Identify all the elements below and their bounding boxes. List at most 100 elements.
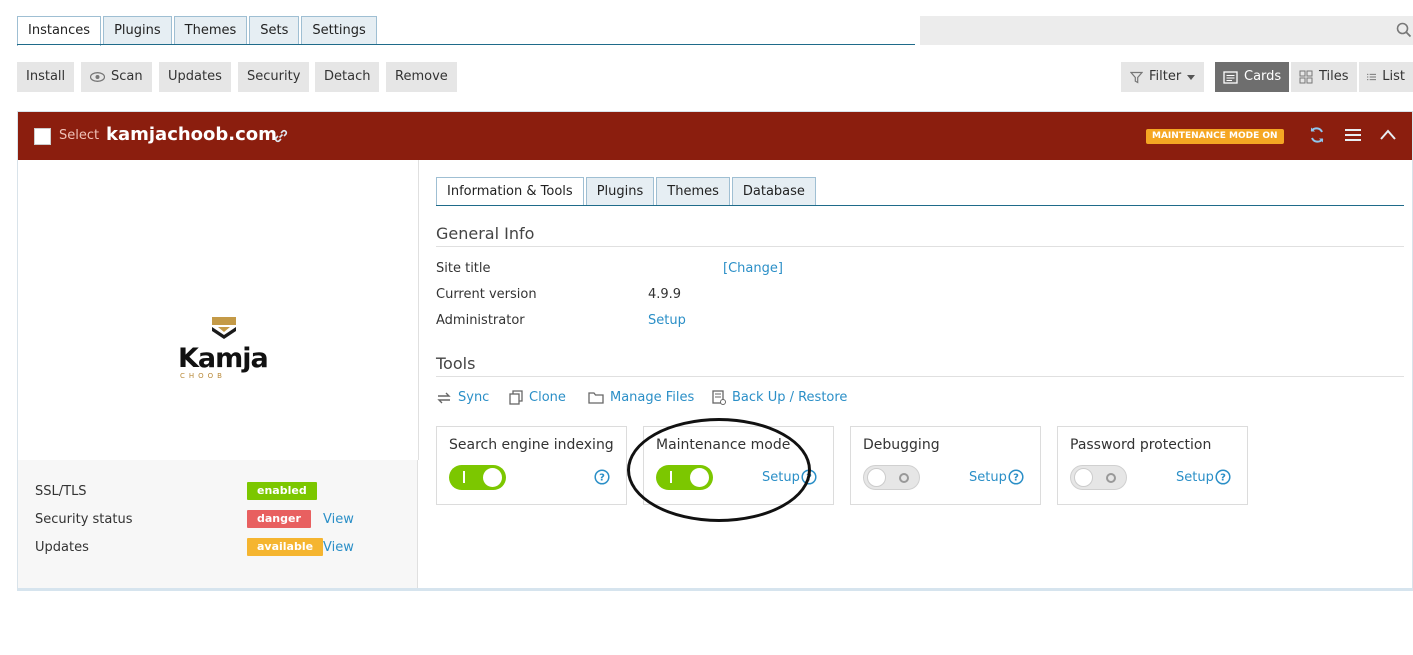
scan-button[interactable]: Scan: [81, 62, 152, 92]
site-name[interactable]: kamjachoob.com: [106, 124, 277, 145]
sync-link[interactable]: Sync: [436, 390, 489, 405]
instance-tabs: Information & Tools Plugins Themes Datab…: [436, 177, 818, 206]
status-panel: SSL/TLS enabled Security status danger V…: [18, 460, 418, 588]
change-link-text: [Change]: [723, 261, 783, 276]
help-icon[interactable]: ?: [594, 469, 610, 485]
tab-instances[interactable]: Instances: [17, 16, 102, 46]
version-label: Current version: [436, 287, 537, 302]
tab-instance-plugins[interactable]: Plugins: [585, 177, 655, 206]
toggle-knob: [483, 468, 502, 487]
debugging-toggle[interactable]: [863, 465, 920, 490]
backup-icon: [712, 390, 726, 405]
tab-plugins[interactable]: Plugins: [103, 16, 172, 45]
select-label: Select: [59, 128, 100, 143]
password-protection-toggle[interactable]: [1070, 465, 1127, 490]
svg-text:?: ?: [599, 473, 605, 484]
search-input[interactable]: [920, 16, 1413, 45]
tab-database[interactable]: Database: [731, 177, 816, 206]
ssl-label: SSL/TLS: [35, 484, 87, 499]
detach-label: Detach: [324, 69, 371, 84]
updates-view-link[interactable]: View: [323, 540, 354, 555]
scan-label: Scan: [111, 69, 143, 84]
filter-button[interactable]: Filter: [1121, 62, 1205, 92]
card-header: Select kamjachoob.com MAINTENANCE MODE O…: [18, 112, 1412, 160]
select-checkbox[interactable]: [34, 128, 51, 145]
install-label: Install: [26, 69, 66, 84]
password-setup-link[interactable]: Setup: [1176, 470, 1214, 485]
search-indexing-toggle[interactable]: [449, 465, 506, 490]
tab-instance-themes[interactable]: Themes: [656, 177, 730, 206]
debugging-setup-link[interactable]: Setup: [969, 470, 1007, 485]
menu-icon[interactable]: [1345, 128, 1361, 142]
clone-label: Clone: [529, 390, 566, 405]
search-indexing-title: Search engine indexing: [449, 437, 614, 453]
password-protection-box: Password protection Setup ?: [1057, 426, 1248, 505]
tabs-underline: [17, 44, 915, 45]
toggle-knob: [1074, 468, 1093, 487]
maintenance-setup-link[interactable]: Setup: [762, 470, 800, 485]
instance-card: Select kamjachoob.com MAINTENANCE MODE O…: [17, 111, 1413, 591]
maintenance-mode-toggle[interactable]: [656, 465, 713, 490]
site-logo: Kamja CHOOB: [178, 317, 269, 397]
manage-files-link[interactable]: Manage Files: [588, 390, 694, 405]
updates-label: Updates: [168, 69, 222, 84]
ssl-badge: enabled: [247, 482, 317, 500]
logo-subtext: CHOOB: [180, 372, 226, 380]
maintenance-mode-title: Maintenance mode: [656, 437, 791, 453]
administrator-setup-link[interactable]: Setup: [648, 313, 686, 328]
list-icon: [1367, 73, 1377, 81]
tab-themes[interactable]: Themes: [173, 16, 248, 45]
tab-information-tools[interactable]: Information & Tools: [436, 177, 584, 206]
security-button[interactable]: Security: [238, 62, 310, 92]
logo-mark-icon: [212, 317, 236, 339]
remove-label: Remove: [395, 69, 448, 84]
tiles-icon: [1299, 70, 1313, 84]
toggle-knob: [690, 468, 709, 487]
search-icon[interactable]: [1396, 22, 1412, 38]
general-info-divider: [436, 246, 1404, 247]
filter-icon: [1130, 71, 1143, 84]
search-indexing-box: Search engine indexing ?: [436, 426, 627, 505]
view-cards-button[interactable]: Cards: [1215, 62, 1290, 92]
security-view-link[interactable]: View: [323, 512, 354, 527]
refresh-icon[interactable]: [1308, 126, 1326, 144]
help-icon[interactable]: ?: [801, 469, 817, 485]
version-value: 4.9.9: [648, 287, 682, 302]
view-list-button[interactable]: List: [1359, 62, 1413, 92]
view-tiles-button[interactable]: Tiles: [1291, 62, 1357, 92]
install-button[interactable]: Install: [17, 62, 75, 92]
maintenance-mode-box: Maintenance mode Setup ?: [643, 426, 834, 505]
clone-link[interactable]: Clone: [509, 390, 566, 405]
svg-text:?: ?: [1220, 473, 1226, 484]
link-icon[interactable]: [273, 128, 289, 144]
security-status-label: Security status: [35, 512, 133, 527]
toggle-on-mark: [463, 471, 465, 483]
updates-button[interactable]: Updates: [159, 62, 231, 92]
help-icon[interactable]: ?: [1008, 469, 1024, 485]
remove-button[interactable]: Remove: [386, 62, 457, 92]
maintenance-badge: MAINTENANCE MODE ON: [1146, 129, 1284, 144]
security-badge: danger: [247, 510, 311, 528]
tab-sets[interactable]: Sets: [249, 16, 300, 45]
updates-label: Updates: [35, 540, 89, 555]
instance-tabs-underline: [436, 205, 1404, 206]
site-screenshot: Kamja CHOOB: [18, 160, 418, 460]
help-icon[interactable]: ?: [1215, 469, 1231, 485]
tiles-label: Tiles: [1319, 69, 1349, 84]
sync-icon: [437, 392, 451, 403]
detach-button[interactable]: Detach: [315, 62, 380, 92]
toggle-off-mark: [1106, 473, 1116, 483]
updates-badge: available: [247, 538, 324, 556]
debugging-title: Debugging: [863, 437, 940, 453]
svg-text:?: ?: [1013, 473, 1019, 484]
cards-icon: [1223, 70, 1238, 84]
logo-text: Kamja: [178, 343, 269, 374]
site-title-change-link[interactable]: [Change]: [723, 261, 783, 276]
clone-icon: [509, 390, 523, 405]
backup-restore-link[interactable]: Back Up / Restore: [712, 390, 847, 405]
chevron-up-icon[interactable]: [1380, 129, 1396, 140]
chevron-down-icon: [1187, 74, 1196, 80]
tab-settings[interactable]: Settings: [301, 16, 377, 45]
eye-icon: [90, 72, 105, 82]
manage-files-label: Manage Files: [610, 390, 695, 405]
